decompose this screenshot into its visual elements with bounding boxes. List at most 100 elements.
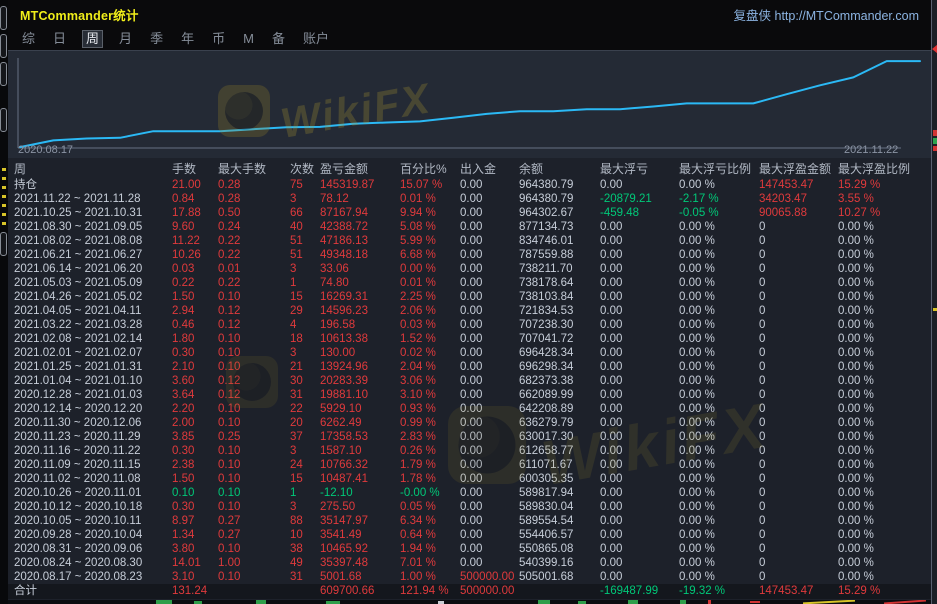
column-header[interactable]: 最大浮盈金额 [759, 160, 838, 178]
cell: 612658.77 [519, 444, 600, 458]
menu-item-2[interactable]: 日 [51, 31, 68, 47]
cell: 0.00 [600, 360, 679, 374]
cell: 88 [290, 514, 320, 528]
cell: 10766.32 [320, 458, 400, 472]
table-row[interactable]: 2020.11.30 ~ 2020.12.062.000.10206262.49… [8, 416, 931, 430]
cell: 2021.05.03 ~ 2021.05.09 [14, 276, 172, 290]
table-row[interactable]: 2021.08.02 ~ 2021.08.0811.220.225147186.… [8, 234, 931, 248]
cell: 145319.87 [320, 178, 400, 192]
table-row[interactable]: 2020.11.23 ~ 2020.11.293.850.253717358.5… [8, 430, 931, 444]
table-row[interactable]: 2020.11.02 ~ 2020.11.081.500.101510487.4… [8, 472, 931, 486]
total-row[interactable]: 合计131.24609700.66121.94 %500000.00-16948… [8, 584, 931, 599]
menu-item-3[interactable]: 周 [82, 30, 103, 48]
table-row[interactable]: 2020.08.17 ~ 2020.08.233.100.10315001.68… [8, 570, 931, 584]
table-row[interactable]: 2020.10.26 ~ 2020.11.010.100.101-12.10-0… [8, 486, 931, 500]
menu-item-4[interactable]: 月 [117, 31, 134, 47]
table-row[interactable]: 2021.04.26 ~ 2021.05.021.500.101516269.3… [8, 290, 931, 304]
table-row[interactable]: 2021.10.25 ~ 2021.10.3117.880.506687167.… [8, 206, 931, 220]
cell: 696298.34 [519, 360, 600, 374]
cell: 0.00 [460, 374, 519, 388]
menu-item-7[interactable]: 币 [210, 31, 227, 47]
cell: 0 [759, 304, 838, 318]
menu-item-8[interactable]: M [241, 31, 256, 47]
table-row[interactable]: 2021.06.14 ~ 2021.06.200.030.01333.060.0… [8, 262, 931, 276]
cell: 0 [759, 234, 838, 248]
menu-item-10[interactable]: 账户 [301, 31, 331, 47]
cell: 0.84 [172, 192, 218, 206]
cell: 738178.64 [519, 276, 600, 290]
table-row[interactable]: 2021.11.22 ~ 2021.11.280.840.28378.120.0… [8, 192, 931, 206]
cell: 0.10 [218, 332, 290, 346]
background-trendline-fragment [884, 600, 926, 604]
column-header[interactable]: 手数 [172, 160, 218, 178]
background-toolbar-button [0, 34, 7, 58]
equity-chart-panel[interactable]: WikiFX 2020.08.17 2021.11.22 [8, 50, 931, 158]
table-row[interactable]: 2020.12.14 ~ 2020.12.202.200.10225929.10… [8, 402, 931, 416]
column-header[interactable]: 最大浮盈比例 [838, 160, 924, 178]
cell: 0.00 % [679, 304, 759, 318]
table-row[interactable]: 2021.02.01 ~ 2021.02.070.300.103130.000.… [8, 346, 931, 360]
column-header[interactable]: 周 [14, 160, 172, 178]
cell: 0.12 [218, 304, 290, 318]
table-row[interactable]: 2020.08.31 ~ 2020.09.063.800.103810465.9… [8, 542, 931, 556]
cell: 0.00 [600, 346, 679, 360]
table-row[interactable]: 2021.01.04 ~ 2021.01.103.600.123020283.3… [8, 374, 931, 388]
table-row[interactable]: 2021.08.30 ~ 2021.09.059.600.244042388.7… [8, 220, 931, 234]
cell: 0.00 % [679, 276, 759, 290]
title-bar[interactable]: MTCommander统计 复盘侠 http://MTCommander.com [8, 0, 931, 28]
equity-curve-line [20, 61, 920, 147]
column-header[interactable]: 出入金 [460, 160, 519, 178]
background-window-right-edge [931, 0, 937, 604]
table-row[interactable]: 2020.08.24 ~ 2020.08.3014.011.004935397.… [8, 556, 931, 570]
cell: 0.00 % [679, 444, 759, 458]
table-row[interactable]: 2020.11.09 ~ 2020.11.152.380.102410766.3… [8, 458, 931, 472]
cell: 5929.10 [320, 402, 400, 416]
cell: 2021.03.22 ~ 2021.03.28 [14, 318, 172, 332]
cell: 0.10 [172, 486, 218, 500]
column-header[interactable]: 余额 [519, 160, 600, 178]
table-row[interactable]: 2020.09.28 ~ 2020.10.041.340.27103541.49… [8, 528, 931, 542]
cell: 0.22 [172, 276, 218, 290]
cell: -12.10 [320, 486, 400, 500]
column-header[interactable]: 百分比% [400, 160, 460, 178]
cell: 0.00 [600, 486, 679, 500]
cell: 0.00 % [838, 458, 924, 472]
cell: 2.38 [172, 458, 218, 472]
table-row[interactable]: 2020.10.12 ~ 2020.10.180.300.103275.500.… [8, 500, 931, 514]
cell: 707238.30 [519, 318, 600, 332]
column-header[interactable]: 最大浮亏 [600, 160, 679, 178]
menu-item-5[interactable]: 季 [148, 31, 165, 47]
table-row[interactable]: 持仓21.000.2875145319.8715.07 %0.00964380.… [8, 178, 931, 192]
column-header[interactable]: 次数 [290, 160, 320, 178]
cell: 0.00 [460, 206, 519, 220]
menu-item-1[interactable]: 综 [20, 31, 37, 47]
cell: 0.02 % [400, 346, 460, 360]
column-header[interactable]: 最大手数 [218, 160, 290, 178]
menu-item-9[interactable]: 备 [270, 31, 287, 47]
brand-link[interactable]: 复盘侠 http://MTCommander.com [734, 5, 919, 24]
background-candle-fragment [256, 600, 266, 604]
table-row[interactable]: 2020.12.28 ~ 2021.01.033.640.123119881.1… [8, 388, 931, 402]
cell: 0.00 [600, 178, 679, 192]
cell: 0.00 [460, 178, 519, 192]
cell: 642208.89 [519, 402, 600, 416]
cell: -0.05 % [679, 206, 759, 220]
cell: 0.00 % [838, 556, 924, 570]
table-row[interactable]: 2020.10.05 ~ 2020.10.118.970.278835147.9… [8, 514, 931, 528]
cell: 15.29 % [838, 178, 924, 192]
column-header[interactable]: 最大浮亏比例 [679, 160, 759, 178]
background-trendline-fragment [803, 600, 855, 604]
table-row[interactable]: 2021.04.05 ~ 2021.04.112.940.122914596.2… [8, 304, 931, 318]
cell: 合计 [14, 584, 172, 599]
cell: 0 [759, 374, 838, 388]
table-row[interactable]: 2021.06.21 ~ 2021.06.2710.260.225149348.… [8, 248, 931, 262]
column-header[interactable]: 盈亏金额 [320, 160, 400, 178]
cell: 2020.11.09 ~ 2020.11.15 [14, 458, 172, 472]
table-row[interactable]: 2021.05.03 ~ 2021.05.090.220.22174.800.0… [8, 276, 931, 290]
table-row[interactable]: 2021.02.08 ~ 2021.02.141.800.101810613.3… [8, 332, 931, 346]
cell: 0.00 % [679, 542, 759, 556]
table-row[interactable]: 2020.11.16 ~ 2020.11.220.300.1031587.100… [8, 444, 931, 458]
table-row[interactable]: 2021.01.25 ~ 2021.01.312.100.102113924.9… [8, 360, 931, 374]
menu-item-6[interactable]: 年 [179, 31, 196, 47]
table-row[interactable]: 2021.03.22 ~ 2021.03.280.460.124196.580.… [8, 318, 931, 332]
